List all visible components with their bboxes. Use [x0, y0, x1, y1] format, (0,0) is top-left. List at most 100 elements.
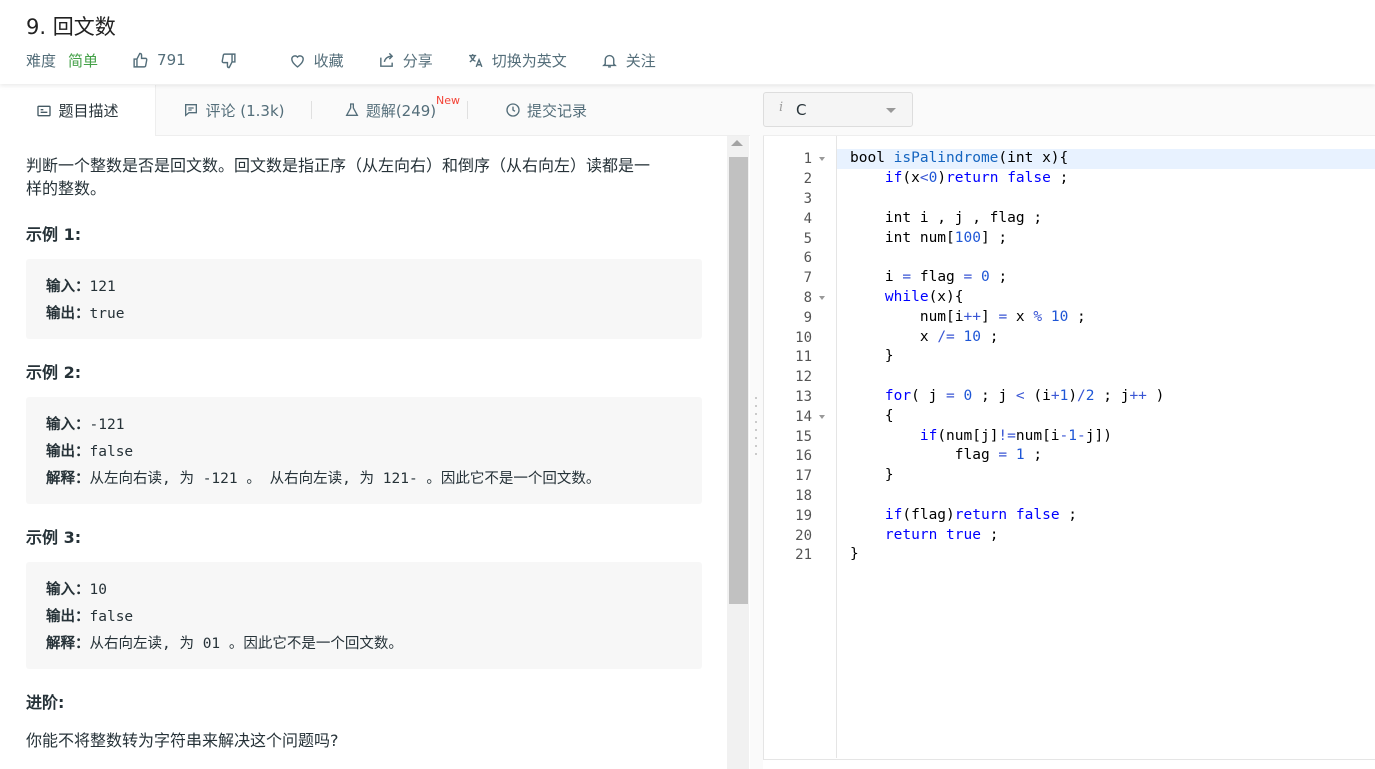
line-number: 18 — [795, 488, 812, 504]
dislike-button[interactable] — [220, 52, 245, 69]
language-value: C — [796, 101, 807, 119]
code-line: if(x<0)return false ; — [884, 170, 1069, 186]
problem-meta-bar: 难度 简单 791 收藏 分享 切换为英文 关注 — [26, 49, 690, 71]
tab-submissions[interactable]: 提交记录 — [468, 85, 624, 135]
line-number: 12 — [795, 369, 812, 385]
line-number: 4 — [803, 211, 812, 227]
thumbs-up-icon — [133, 52, 148, 68]
code-line: i = flag = 0 ; — [850, 269, 1008, 285]
line-number: 8 — [803, 290, 812, 306]
code-line: if(num[j]!=num[i-1-j]) — [919, 428, 1112, 444]
input-value: 121 — [89, 279, 116, 295]
code-line: if(flag)return false ; — [884, 507, 1078, 523]
code-line: num[i++] = x % 10 ; — [850, 309, 1086, 325]
explain-value: 从左向右读, 为 -121 。 从右向左读, 为 121- 。因此它不是一个回文… — [89, 471, 601, 487]
line-number: 13 — [795, 389, 812, 405]
fold-arrow-icon[interactable] — [819, 296, 825, 300]
line-number: 3 — [803, 191, 812, 207]
example-input: 输入：-121 — [46, 413, 124, 434]
explain-label: 解释： — [46, 636, 90, 652]
intro-line: 样的整数。 — [26, 179, 107, 198]
tab-description[interactable]: 题目描述 — [0, 85, 156, 136]
line-number: 2 — [803, 171, 812, 187]
favorite-button[interactable]: 收藏 — [289, 50, 344, 71]
example-block: 输入：-121 输出：false 解释：从左向右读, 为 -121 。 从右向左… — [26, 397, 702, 504]
line-number: 7 — [803, 270, 812, 286]
output-label: 输出： — [46, 444, 90, 460]
panel-splitter[interactable] — [750, 85, 763, 769]
output-value: false — [89, 444, 134, 460]
input-label: 输入： — [46, 582, 90, 598]
line-number: 9 — [803, 310, 812, 326]
advanced-heading: 进阶: — [26, 693, 65, 712]
example-heading: 示例 1: — [26, 225, 82, 244]
translate-icon — [468, 53, 483, 67]
line-number: 16 — [795, 448, 812, 464]
problem-title: 9. 回文数 — [26, 15, 116, 39]
favorite-label: 收藏 — [313, 51, 344, 70]
tab-comments[interactable]: 评论 (1.3k) — [156, 85, 312, 135]
description-intro: 判断一个整数是否是回文数。回文数是指正序（从左向右）和倒序（从右向左）读都是一 … — [26, 154, 696, 200]
comment-icon — [185, 104, 198, 117]
line-number: 20 — [795, 528, 812, 544]
switch-language-button[interactable]: 切换为英文 — [467, 50, 567, 71]
example-input: 输入：121 — [46, 275, 116, 296]
follow-button[interactable]: 关注 — [601, 50, 656, 71]
example-output: 输出：false — [46, 440, 133, 461]
fold-arrow-icon[interactable] — [819, 415, 825, 419]
example-block: 输入：121 输出：true — [26, 259, 702, 339]
example-output: 输出：true — [46, 302, 124, 323]
code-line: flag = 1 ; — [850, 447, 1043, 463]
advanced-text: 你能不将整数转为字符串来解决这个问题吗? — [26, 731, 339, 750]
code-line: bool isPalindrome(int x){ — [850, 150, 1069, 166]
example-heading: 示例 2: — [26, 363, 82, 382]
example-output: 输出：false — [46, 605, 133, 626]
line-number: 17 — [795, 468, 812, 484]
input-label: 输入： — [46, 417, 90, 433]
description-scrollbar-thumb[interactable] — [729, 157, 748, 604]
input-value: 10 — [89, 582, 107, 598]
line-number: 15 — [795, 429, 812, 445]
info-icon: i — [779, 100, 784, 115]
language-select[interactable]: i C — [763, 92, 913, 127]
explain-value: 从右向左读, 为 01 。因此它不是一个回文数。 — [89, 636, 403, 652]
tab-description-label: 题目描述 — [58, 102, 119, 120]
code-line: } — [850, 348, 894, 364]
like-count: 791 — [157, 51, 186, 69]
code-editor[interactable]: 1 2 3 4 5 6 7 8 9 10 11 12 13 14 15 16 1… — [763, 136, 1375, 760]
tab-solutions[interactable]: 题解(249) New — [312, 85, 468, 135]
difficulty-value: 简单 — [68, 51, 99, 70]
output-label: 输出： — [46, 609, 90, 625]
example-explanation: 解释：从左向右读, 为 -121 。 从右向左读, 为 121- 。因此它不是一… — [46, 467, 600, 488]
code-line: } — [850, 467, 894, 483]
line-number: 14 — [795, 409, 812, 425]
share-button[interactable]: 分享 — [378, 50, 433, 71]
line-number: 11 — [795, 349, 812, 365]
share-label: 分享 — [402, 51, 433, 70]
problem-header: 9. 回文数 难度 简单 791 收藏 分享 切换为英文 关注 — [0, 0, 1375, 84]
code-line: for( j = 0 ; j < (i+1)/2 ; j++ ) — [884, 388, 1165, 404]
line-number: 10 — [795, 330, 812, 346]
line-number-gutter: 1 2 3 4 5 6 7 8 9 10 11 12 13 14 15 16 1… — [764, 136, 837, 758]
example-explanation: 解释：从右向左读, 为 01 。因此它不是一个回文数。 — [46, 632, 403, 653]
example-input: 输入：10 — [46, 578, 107, 599]
bell-icon — [601, 54, 617, 68]
share-icon — [379, 52, 393, 67]
drag-handle-icon[interactable] — [755, 397, 758, 461]
follow-label: 关注 — [625, 51, 656, 70]
code-line: { — [850, 408, 894, 424]
line-number: 5 — [803, 231, 812, 247]
input-value: -121 — [89, 417, 125, 433]
code-line: while(x){ — [884, 289, 964, 305]
scroll-up-arrow-icon[interactable] — [731, 140, 743, 146]
caret-down-icon — [886, 108, 896, 113]
fold-arrow-icon[interactable] — [819, 157, 825, 161]
like-button[interactable]: 791 — [132, 51, 186, 69]
editor-toolbar: i C — [763, 85, 1375, 136]
description-icon — [37, 105, 52, 116]
heart-icon — [290, 54, 304, 68]
example-heading: 示例 3: — [26, 528, 82, 547]
line-number: 19 — [795, 508, 812, 524]
clock-icon — [506, 103, 520, 117]
code-line: return true ; — [884, 527, 999, 543]
